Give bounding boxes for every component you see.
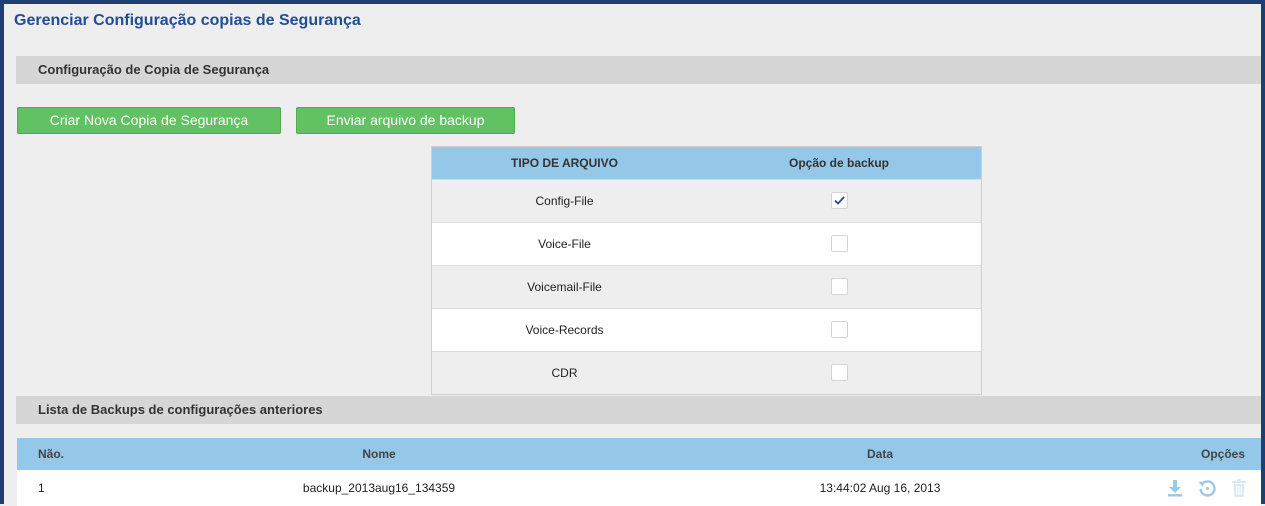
file-type-table: TIPO DE ARQUIVO Opção de backup Config-F… bbox=[431, 146, 982, 395]
backup-option-checkbox[interactable] bbox=[830, 192, 848, 210]
column-header-options: Opções bbox=[1200, 447, 1245, 461]
file-type-label: Voicemail-File bbox=[527, 280, 602, 294]
column-header-no: Não. bbox=[38, 447, 65, 461]
config-section-header: Configuração de Copia de Segurança bbox=[16, 56, 1261, 84]
file-type-label: Voice-Records bbox=[525, 323, 604, 337]
window-frame: Gerenciar Configuração copias de Seguran… bbox=[0, 0, 1265, 506]
backup-option-checkbox[interactable] bbox=[830, 278, 848, 296]
table-row: 1 backup_2013aug16_134359 13:44:02 Aug 1… bbox=[17, 470, 1261, 506]
file-type-row: Voice-File bbox=[432, 222, 981, 265]
backup-name: backup_2013aug16_134359 bbox=[302, 481, 456, 495]
trash-icon[interactable] bbox=[1229, 477, 1249, 499]
file-type-row: Voice-Records bbox=[432, 308, 981, 351]
backup-date: 13:44:02 Aug 16, 2013 bbox=[819, 481, 941, 495]
download-icon[interactable] bbox=[1165, 477, 1185, 499]
file-type-row: Voicemail-File bbox=[432, 265, 981, 308]
page-title: Gerenciar Configuração copias de Seguran… bbox=[14, 12, 361, 29]
file-type-label: CDR bbox=[551, 366, 578, 380]
restore-icon[interactable] bbox=[1197, 477, 1217, 499]
column-header-backup-option: Opção de backup bbox=[788, 156, 890, 170]
upload-backup-button[interactable]: Enviar arquivo de backup bbox=[296, 107, 515, 134]
file-type-row: CDR bbox=[432, 351, 981, 394]
file-type-label: Config-File bbox=[535, 194, 594, 208]
backup-option-checkbox[interactable] bbox=[830, 364, 848, 382]
column-header-name: Nome bbox=[362, 447, 396, 461]
backup-list-table: Não. Nome Data Opções 1 backup_2013aug16… bbox=[17, 438, 1261, 506]
file-type-table-header: TIPO DE ARQUIVO Opção de backup bbox=[432, 147, 981, 179]
checkmark-icon bbox=[833, 196, 845, 206]
file-type-label: Voice-File bbox=[538, 237, 591, 251]
column-header-file-type: TIPO DE ARQUIVO bbox=[511, 156, 618, 170]
backup-list-section-header: Lista de Backups de configurações anteri… bbox=[16, 396, 1261, 424]
file-type-row: Config-File bbox=[432, 179, 981, 222]
backup-option-checkbox[interactable] bbox=[830, 321, 848, 339]
backup-number: 1 bbox=[38, 481, 45, 495]
create-backup-button[interactable]: Criar Nova Copia de Segurança bbox=[17, 107, 281, 134]
backup-options bbox=[1105, 470, 1261, 506]
backup-list-header: Não. Nome Data Opções bbox=[17, 438, 1261, 470]
column-header-date: Data bbox=[866, 447, 893, 461]
backup-option-checkbox[interactable] bbox=[830, 235, 848, 253]
